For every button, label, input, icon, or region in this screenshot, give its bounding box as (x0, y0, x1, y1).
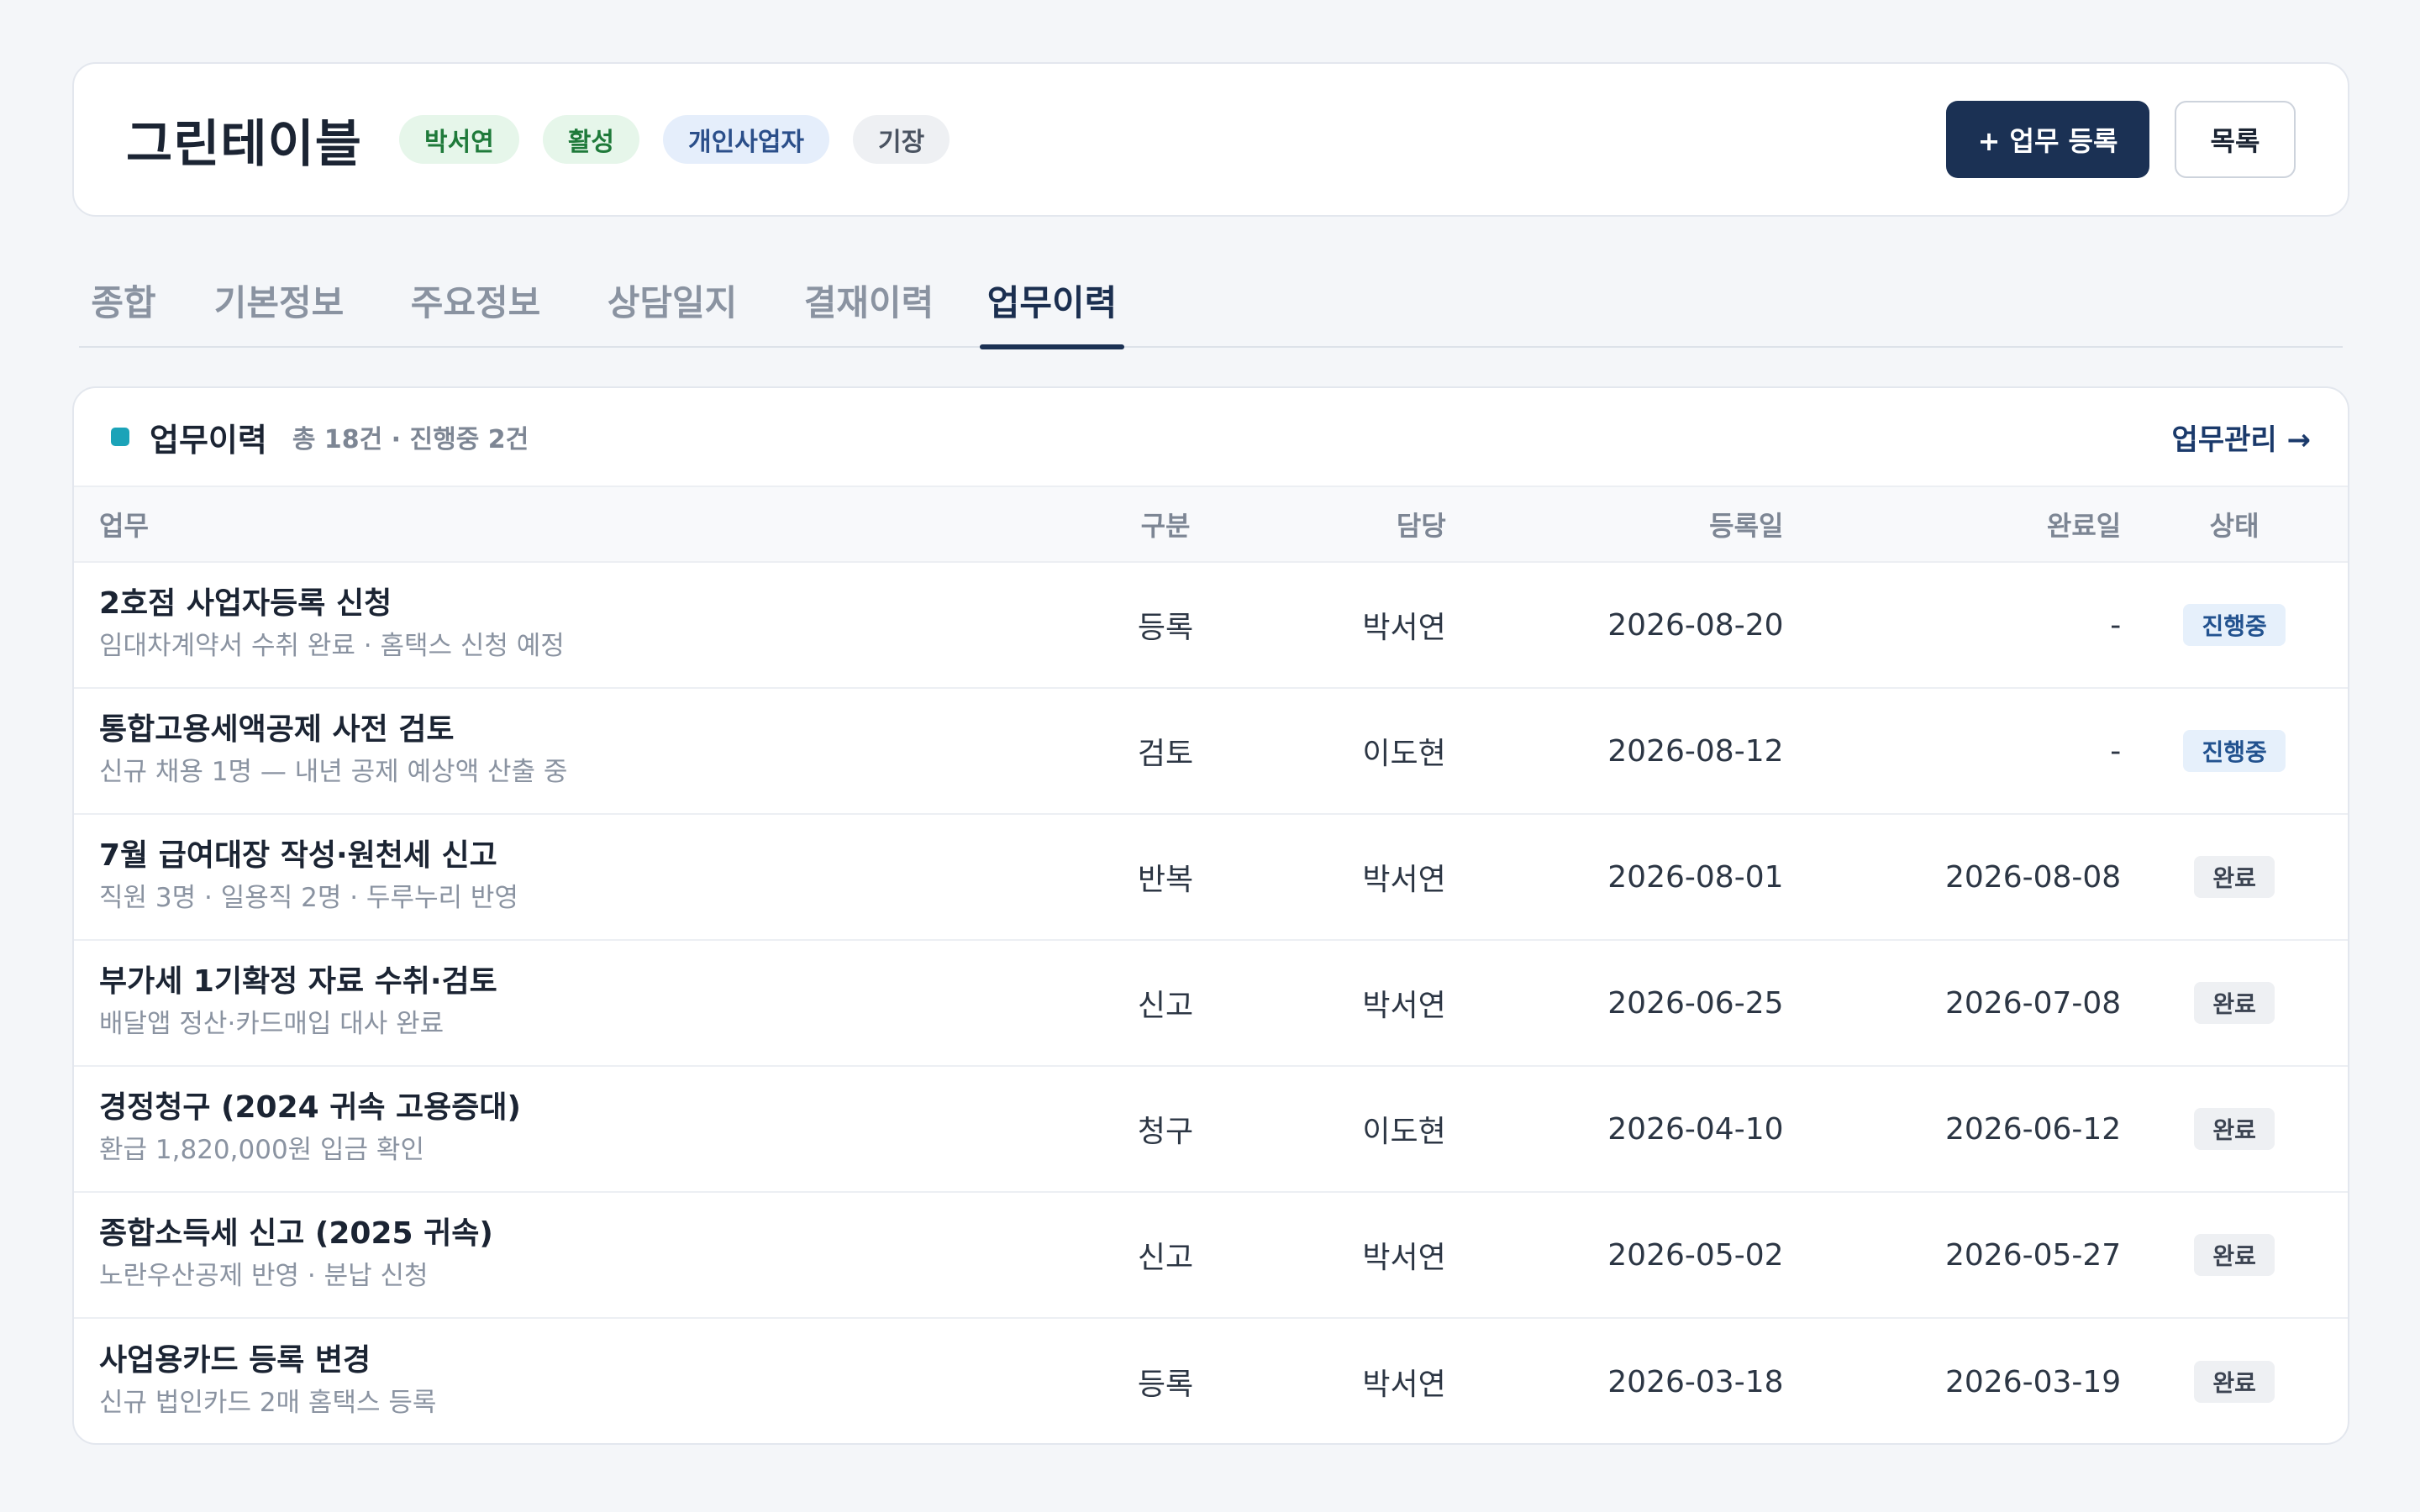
add-task-button[interactable]: + 업무 등록 (1946, 101, 2149, 178)
client-header-card: 그린테이블 박서연 활성 개인사업자 기장 + 업무 등록 목록 (72, 62, 2349, 217)
list-button[interactable]: 목록 (2175, 101, 2296, 178)
header-actions: + 업무 등록 목록 (1946, 101, 2296, 178)
section-summary: 총 18건 · 진행중 2건 (292, 425, 529, 454)
client-tabs: 종합 기본정보 주요정보 상담일지 결재이력 업무이력 (79, 252, 2343, 349)
task-owner: 박서연 (1362, 1241, 1446, 1275)
table-row[interactable]: 7월 급여대장 작성·원천세 신고 직원 3명 · 일용직 2명 · 두루누리 … (74, 815, 2348, 941)
task-subtitle: 임대차계약서 수취 완료 · 홈택스 신청 예정 (99, 631, 565, 661)
table-row[interactable]: 사업용카드 등록 변경 신규 법인카드 2매 홈택스 등록 등록 박서연 202… (74, 1319, 2348, 1443)
task-title: 경정청구 (2024 귀속 고용증대) (99, 1090, 521, 1125)
task-type: 청구 (1137, 1115, 1194, 1149)
table-row[interactable]: 통합고용세액공제 사전 검토 신규 채용 1명 — 내년 공제 예상액 산출 중… (74, 689, 2348, 815)
task-completed-date: 2026-06-12 (1944, 1111, 2122, 1147)
task-title: 2호점 사업자등록 신청 (99, 586, 392, 621)
column-type: 구분 (1140, 510, 1191, 542)
tab-overview[interactable]: 종합 (79, 252, 168, 348)
column-completed: 완료일 (2046, 510, 2122, 542)
task-title: 종합소득세 신고 (2025 귀속) (99, 1216, 493, 1251)
task-completed-date: - (2110, 607, 2122, 643)
task-subtitle: 직원 3명 · 일용직 2명 · 두루누리 반영 (99, 883, 518, 913)
status-badge: 활성 (542, 115, 640, 164)
task-history-card: 업무이력 총 18건 · 진행중 2건 업무관리 → 업무 구분 담당 등록일 … (72, 386, 2349, 1445)
table-body: 2호점 사업자등록 신청 임대차계약서 수취 완료 · 홈택스 신청 예정 등록… (74, 563, 2348, 1443)
table-header: 업무 구분 담당 등록일 완료일 상태 (74, 487, 2348, 563)
task-completed-date: 2026-03-19 (1944, 1364, 2122, 1399)
column-registered: 등록일 (1709, 510, 1784, 542)
task-completed-date: - (2110, 733, 2122, 769)
task-completed-date: 2026-05-27 (1944, 1237, 2122, 1273)
table-row[interactable]: 경정청구 (2024 귀속 고용증대) 환급 1,820,000원 입금 확인 … (74, 1067, 2348, 1193)
task-title: 7월 급여대장 작성·원천세 신고 (99, 838, 497, 873)
section-title: 업무이력 (150, 421, 267, 459)
task-registered-date: 2026-05-02 (1607, 1237, 1784, 1273)
status-badge: 완료 (2194, 1361, 2275, 1403)
task-owner: 박서연 (1362, 989, 1446, 1023)
status-badge: 완료 (2194, 982, 2275, 1024)
task-type: 등록 (1137, 611, 1194, 645)
tab-task-history[interactable]: 업무이력 (980, 252, 1124, 349)
table-row[interactable]: 종합소득세 신고 (2025 귀속) 노란우산공제 반영 · 분납 신청 신고 … (74, 1193, 2348, 1319)
task-subtitle: 신규 채용 1명 — 내년 공제 예상액 산출 중 (99, 757, 568, 787)
column-task: 업무 (99, 510, 149, 542)
task-type: 등록 (1137, 1368, 1194, 1402)
client-detail-page: 그린테이블 박서연 활성 개인사업자 기장 + 업무 등록 목록 종합 기본정보… (0, 0, 2420, 1512)
task-completed-date: 2026-08-08 (1944, 859, 2122, 895)
task-subtitle: 배달앱 정산·카드매입 대사 완료 (99, 1009, 445, 1039)
manager-badge: 박서연 (399, 115, 519, 164)
tab-consultation-log[interactable]: 상담일지 (587, 252, 758, 348)
task-title: 통합고용세액공제 사전 검토 (99, 712, 455, 747)
task-registered-date: 2026-08-20 (1607, 607, 1784, 643)
status-badge: 진행중 (2183, 730, 2286, 772)
task-registered-date: 2026-03-18 (1607, 1364, 1784, 1399)
column-status: 상태 (2209, 510, 2260, 542)
business-type-badge: 개인사업자 (663, 115, 830, 164)
task-completed-date: 2026-07-08 (1944, 985, 2122, 1021)
task-registered-date: 2026-08-12 (1607, 733, 1784, 769)
task-type: 신고 (1137, 989, 1194, 1023)
task-type: 신고 (1137, 1241, 1194, 1275)
task-owner: 박서연 (1362, 611, 1446, 645)
task-type: 검토 (1137, 737, 1194, 771)
task-subtitle: 신규 법인카드 2매 홈택스 등록 (99, 1388, 437, 1418)
status-badge: 완료 (2194, 856, 2275, 898)
task-owner: 박서연 (1362, 1368, 1446, 1402)
task-history-header: 업무이력 총 18건 · 진행중 2건 업무관리 → (74, 388, 2348, 487)
task-owner: 박서연 (1362, 863, 1446, 897)
task-management-link[interactable]: 업무관리 → (2172, 417, 2311, 458)
task-registered-date: 2026-06-25 (1607, 985, 1784, 1021)
table-row[interactable]: 부가세 1기확정 자료 수취·검토 배달앱 정산·카드매입 대사 완료 신고 박… (74, 941, 2348, 1067)
task-owner: 이도현 (1362, 737, 1446, 771)
task-subtitle: 노란우산공제 반영 · 분납 신청 (99, 1261, 429, 1291)
task-type: 반복 (1137, 863, 1194, 897)
task-title: 부가세 1기확정 자료 수취·검토 (99, 964, 497, 999)
status-badge: 진행중 (2183, 604, 2286, 646)
task-registered-date: 2026-08-01 (1607, 859, 1784, 895)
status-badge: 완료 (2194, 1234, 2275, 1276)
task-owner: 이도현 (1362, 1115, 1446, 1149)
column-owner: 담당 (1396, 510, 1446, 542)
status-badge: 완료 (2194, 1108, 2275, 1150)
section-marker-icon (111, 428, 129, 446)
tab-basic-info[interactable]: 기본정보 (193, 252, 365, 348)
table-row[interactable]: 2호점 사업자등록 신청 임대차계약서 수취 완료 · 홈택스 신청 예정 등록… (74, 563, 2348, 689)
task-title: 사업용카드 등록 변경 (99, 1343, 371, 1378)
client-name: 그린테이블 (126, 114, 362, 174)
task-registered-date: 2026-04-10 (1607, 1111, 1784, 1147)
service-type-badge: 기장 (853, 115, 950, 164)
tab-key-info[interactable]: 주요정보 (390, 252, 561, 348)
client-badges: 박서연 활성 개인사업자 기장 (399, 115, 950, 164)
task-subtitle: 환급 1,820,000원 입금 확인 (99, 1135, 424, 1165)
tab-approval-history[interactable]: 결재이력 (783, 252, 955, 348)
